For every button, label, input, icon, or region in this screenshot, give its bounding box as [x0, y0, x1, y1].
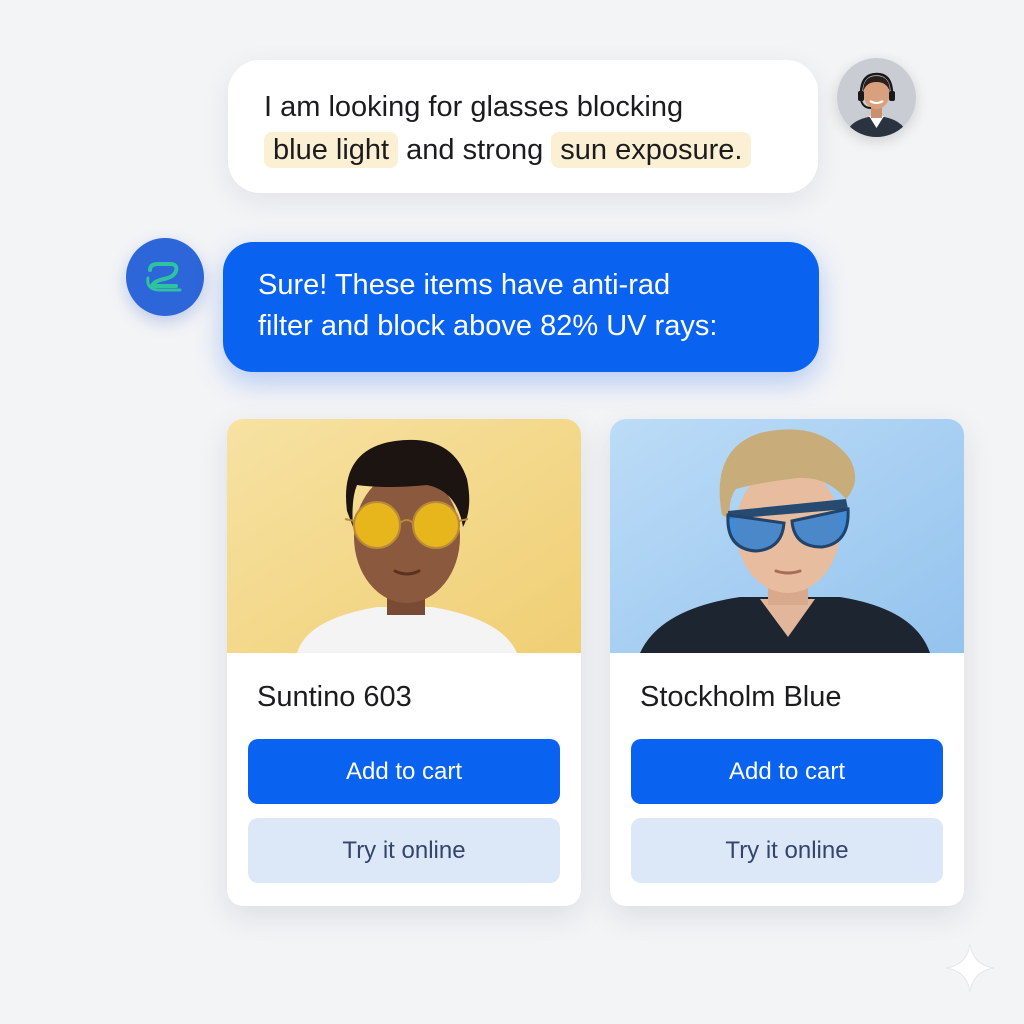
product-name: Stockholm Blue	[640, 681, 842, 713]
assistant-logo-icon	[146, 262, 182, 292]
try-it-online-button[interactable]: Try it online	[248, 818, 560, 883]
product-image-blue-glasses	[610, 419, 964, 653]
bot-avatar	[126, 238, 204, 316]
add-to-cart-button[interactable]: Add to cart	[248, 739, 560, 804]
product-image-yellow-glasses	[227, 419, 581, 653]
try-it-online-button[interactable]: Try it online	[631, 818, 943, 883]
product-name: Suntino 603	[257, 681, 412, 713]
user-avatar	[837, 58, 916, 137]
user-message-line-1: I am looking for glasses blocking	[264, 86, 788, 129]
person-with-headset-avatar-icon	[837, 58, 916, 137]
user-message-text-1: I am looking for glasses blocking	[264, 91, 684, 123]
highlight-sun-exposure: sun exposure.	[551, 132, 752, 168]
bot-message-bubble: Sure! These items have anti-rad filter a…	[223, 242, 819, 372]
sparkle-icon	[945, 943, 995, 993]
user-message-connector: and strong	[406, 134, 544, 166]
user-message-line-2: blue light and strong sun exposure.	[264, 129, 788, 172]
user-message-bubble: I am looking for glasses blocking blue l…	[228, 60, 818, 193]
product-card-stockholm: Stockholm Blue Add to cart Try it online	[610, 419, 964, 906]
bot-message-line-2: filter and block above 82% UV rays:	[258, 310, 718, 342]
highlight-blue-light: blue light	[264, 132, 399, 168]
bot-message-line-1: Sure! These items have anti-rad	[258, 269, 671, 301]
product-card-suntino: Suntino 603 Add to cart Try it online	[227, 419, 581, 906]
add-to-cart-button[interactable]: Add to cart	[631, 739, 943, 804]
